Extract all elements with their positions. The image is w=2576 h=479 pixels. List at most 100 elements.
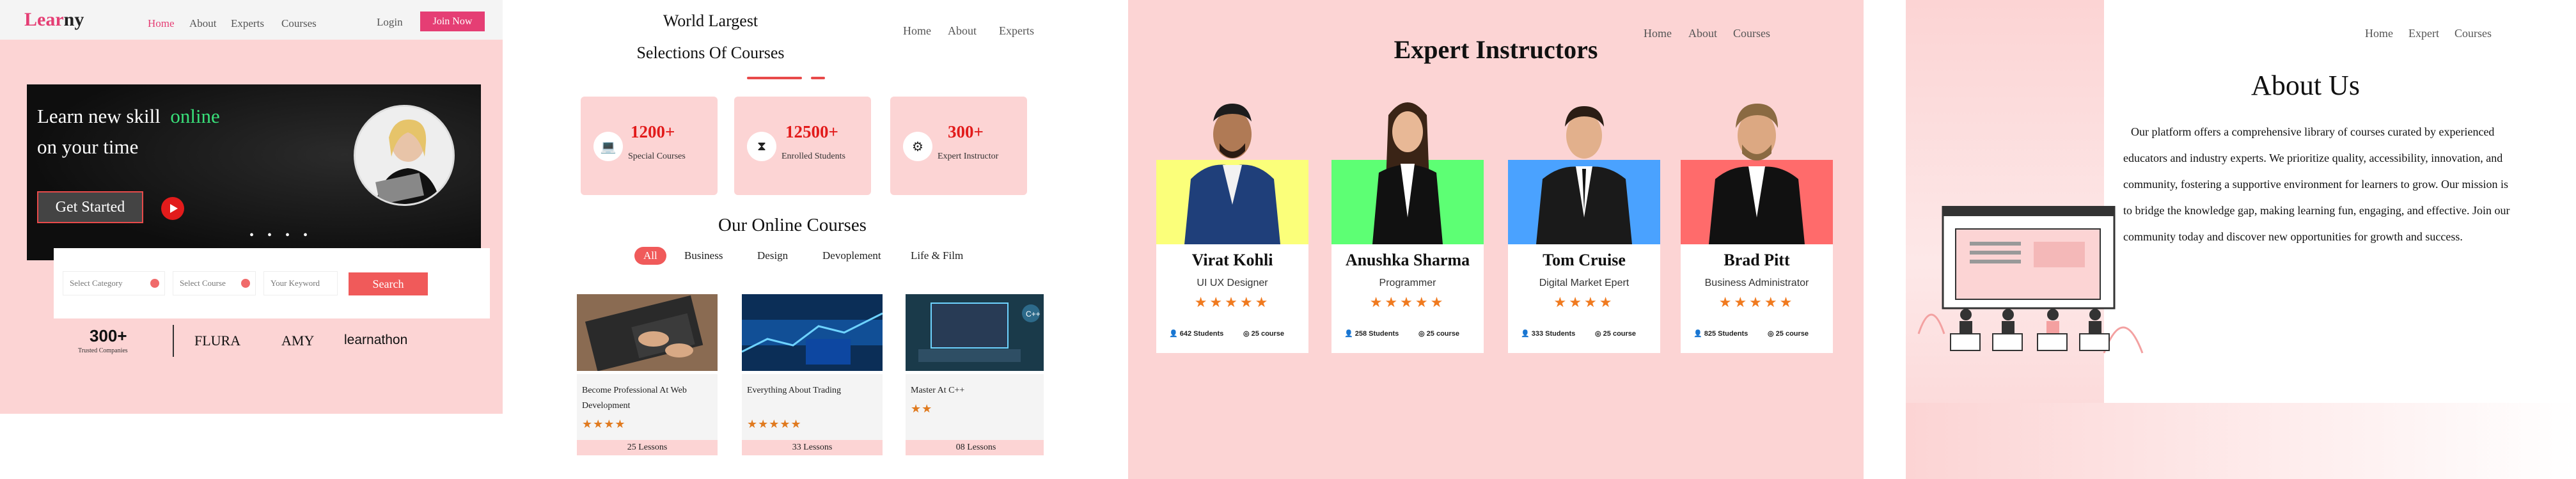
course-icon: ◎ [1243, 330, 1252, 338]
search-button[interactable]: Search [349, 272, 428, 295]
instructor-photo [1536, 106, 1632, 244]
filter-development[interactable]: Devoplement [822, 249, 881, 262]
course-name: Become Professional At Web Development [582, 386, 687, 411]
students-meta: 👤 825 Students [1693, 329, 1748, 338]
graduation-icon: ⧗ [747, 132, 776, 161]
nav-experts[interactable]: Experts [999, 24, 1034, 38]
search-box: Select Category Select Course Your Keywo… [54, 248, 490, 318]
courses-count: 25 course [1775, 330, 1809, 338]
keyword-input[interactable]: Your Keyword [263, 271, 338, 295]
students-count: 642 Students [1179, 330, 1224, 338]
instructor-name: Virat Kohli [1191, 251, 1273, 269]
students-count: 333 Students [1531, 330, 1576, 338]
nav-expert[interactable]: Expert [2408, 27, 2439, 40]
dropdown-icon [241, 279, 250, 288]
login-link[interactable]: Login [377, 16, 403, 29]
hero-page: Learny Home About Experts Courses Login … [0, 0, 503, 479]
top-navbar: Learny Home About Experts Courses Login … [0, 0, 503, 40]
courses-count: 25 course [1426, 330, 1460, 338]
instructor-name: Anushka Sharma [1345, 251, 1470, 269]
rating-stars: ★★★★★ [747, 418, 802, 430]
instructor-name: Tom Cruise [1543, 251, 1626, 269]
rating-stars: ★★ [911, 402, 933, 415]
page-title: Expert Instructors [1394, 35, 1598, 64]
course-image-typing [577, 294, 718, 372]
nav-home[interactable]: Home [903, 24, 931, 38]
stat-card-instructors: ⚙ 300+ Expert Instructor [890, 97, 1027, 195]
join-now-button[interactable]: Join Now [420, 12, 485, 31]
hero-highlight: online [170, 105, 220, 127]
page-title-line-1: World Largest [663, 12, 758, 30]
instructor-card[interactable]: Brad Pitt Business Administrator ★★★★★ 👤… [1681, 104, 1833, 353]
play-video-icon[interactable] [161, 197, 184, 220]
filter-all[interactable]: All [634, 247, 666, 265]
nav-experts[interactable]: Experts [231, 17, 264, 30]
hero-avatar [354, 105, 455, 206]
stat-value: 12500+ [785, 122, 838, 141]
instructor-role: Business Administrator [1704, 278, 1809, 288]
course-card[interactable]: Become Professional At Web Development ★… [577, 294, 718, 455]
instructor-role: Digital Market Epert [1539, 278, 1630, 288]
course-icon: ◎ [1768, 330, 1776, 338]
lessons-count: 33 Lessons [742, 440, 883, 455]
instructor-card[interactable]: Tom Cruise Digital Market Epert ★★★★ 👤 3… [1508, 106, 1660, 353]
nav-about[interactable]: About [948, 24, 977, 38]
select-course[interactable]: Select Course [173, 271, 256, 295]
course-name: Everything About Trading [747, 386, 842, 395]
user-icon: 👤 [1693, 330, 1704, 338]
brand-learnathon: learnathon [344, 333, 408, 347]
stat-label: Special Courses [628, 152, 686, 161]
hero-headline-2: on your time [37, 136, 139, 158]
dropdown-icon [150, 279, 159, 288]
instructor-icon: ⚙ [903, 132, 932, 161]
logo[interactable]: Learny [24, 9, 84, 31]
select-course-label: Select Course [180, 278, 226, 288]
instructor-card[interactable]: Anushka Sharma Programmer ★★★★★ 👤 258 St… [1331, 102, 1484, 353]
course-info: Master At C++ ★★ [906, 374, 1044, 440]
course-name: Master At C++ [911, 386, 965, 395]
instructor-photo [1372, 102, 1443, 244]
nav-home[interactable]: Home [148, 17, 175, 30]
nav-courses[interactable]: Courses [2454, 27, 2492, 40]
filter-life-film[interactable]: Life & Film [911, 249, 963, 262]
course-image-trading [741, 294, 883, 371]
title-underline-short [811, 77, 825, 79]
page-title-line-2: Selections Of Courses [636, 43, 785, 62]
laptop-icon: 💻 [593, 132, 623, 161]
nav-home[interactable]: Home [2365, 27, 2393, 40]
footer-gradient [1906, 403, 2576, 479]
instructor-name: Brad Pitt [1724, 251, 1790, 269]
nav-courses[interactable]: Courses [281, 17, 317, 30]
rating-stars: ★★★★ [582, 418, 626, 430]
course-card[interactable]: Everything About Trading ★★★★★ 33 Lesson… [741, 294, 883, 455]
students-count: 825 Students [1704, 330, 1748, 338]
course-info: Everything About Trading ★★★★★ [742, 374, 883, 440]
get-started-button[interactable]: Get Started [37, 191, 143, 223]
filter-design[interactable]: Design [757, 249, 788, 262]
title-underline [747, 77, 802, 79]
nav-about[interactable]: About [189, 17, 217, 30]
instructor-role: Programmer [1379, 278, 1436, 288]
select-category[interactable]: Select Category [63, 271, 165, 295]
students-meta: 👤 642 Students [1169, 329, 1223, 338]
stat-card-students: ⧗ 12500+ Enrolled Students [734, 97, 871, 195]
rating-stars: ★★★★★ [1369, 294, 1446, 310]
course-image-cpp: C++ [906, 294, 1044, 371]
select-category-label: Select Category [70, 278, 123, 288]
logo-part-2: ny [63, 9, 84, 30]
stat-value: 300+ [948, 122, 984, 141]
course-icon: ◎ [1595, 330, 1603, 338]
course-card[interactable]: C++ Master At C++ ★★ 08 Lessons [906, 294, 1044, 455]
trusted-count: 300+ [90, 326, 127, 345]
about-paragraph: Our platform offers a comprehensive libr… [2123, 125, 2510, 243]
carousel-dots[interactable]: • • • • [249, 228, 313, 243]
about-page: Home Expert Courses About Us Our platfor… [1906, 0, 2576, 479]
filter-business[interactable]: Business [684, 249, 723, 262]
svg-text:C++: C++ [1026, 310, 1041, 318]
courses-count: 25 course [1251, 330, 1285, 338]
brand-flura: FLURA [194, 333, 241, 349]
experts-page: Home About Courses Expert Instructors Vi… [1128, 0, 1864, 479]
instructor-role: UI UX Designer [1197, 278, 1268, 288]
instructor-card[interactable]: Virat Kohli UI UX Designer ★★★★★ 👤 642 S… [1156, 104, 1308, 353]
courses-count: 25 course [1603, 330, 1637, 338]
